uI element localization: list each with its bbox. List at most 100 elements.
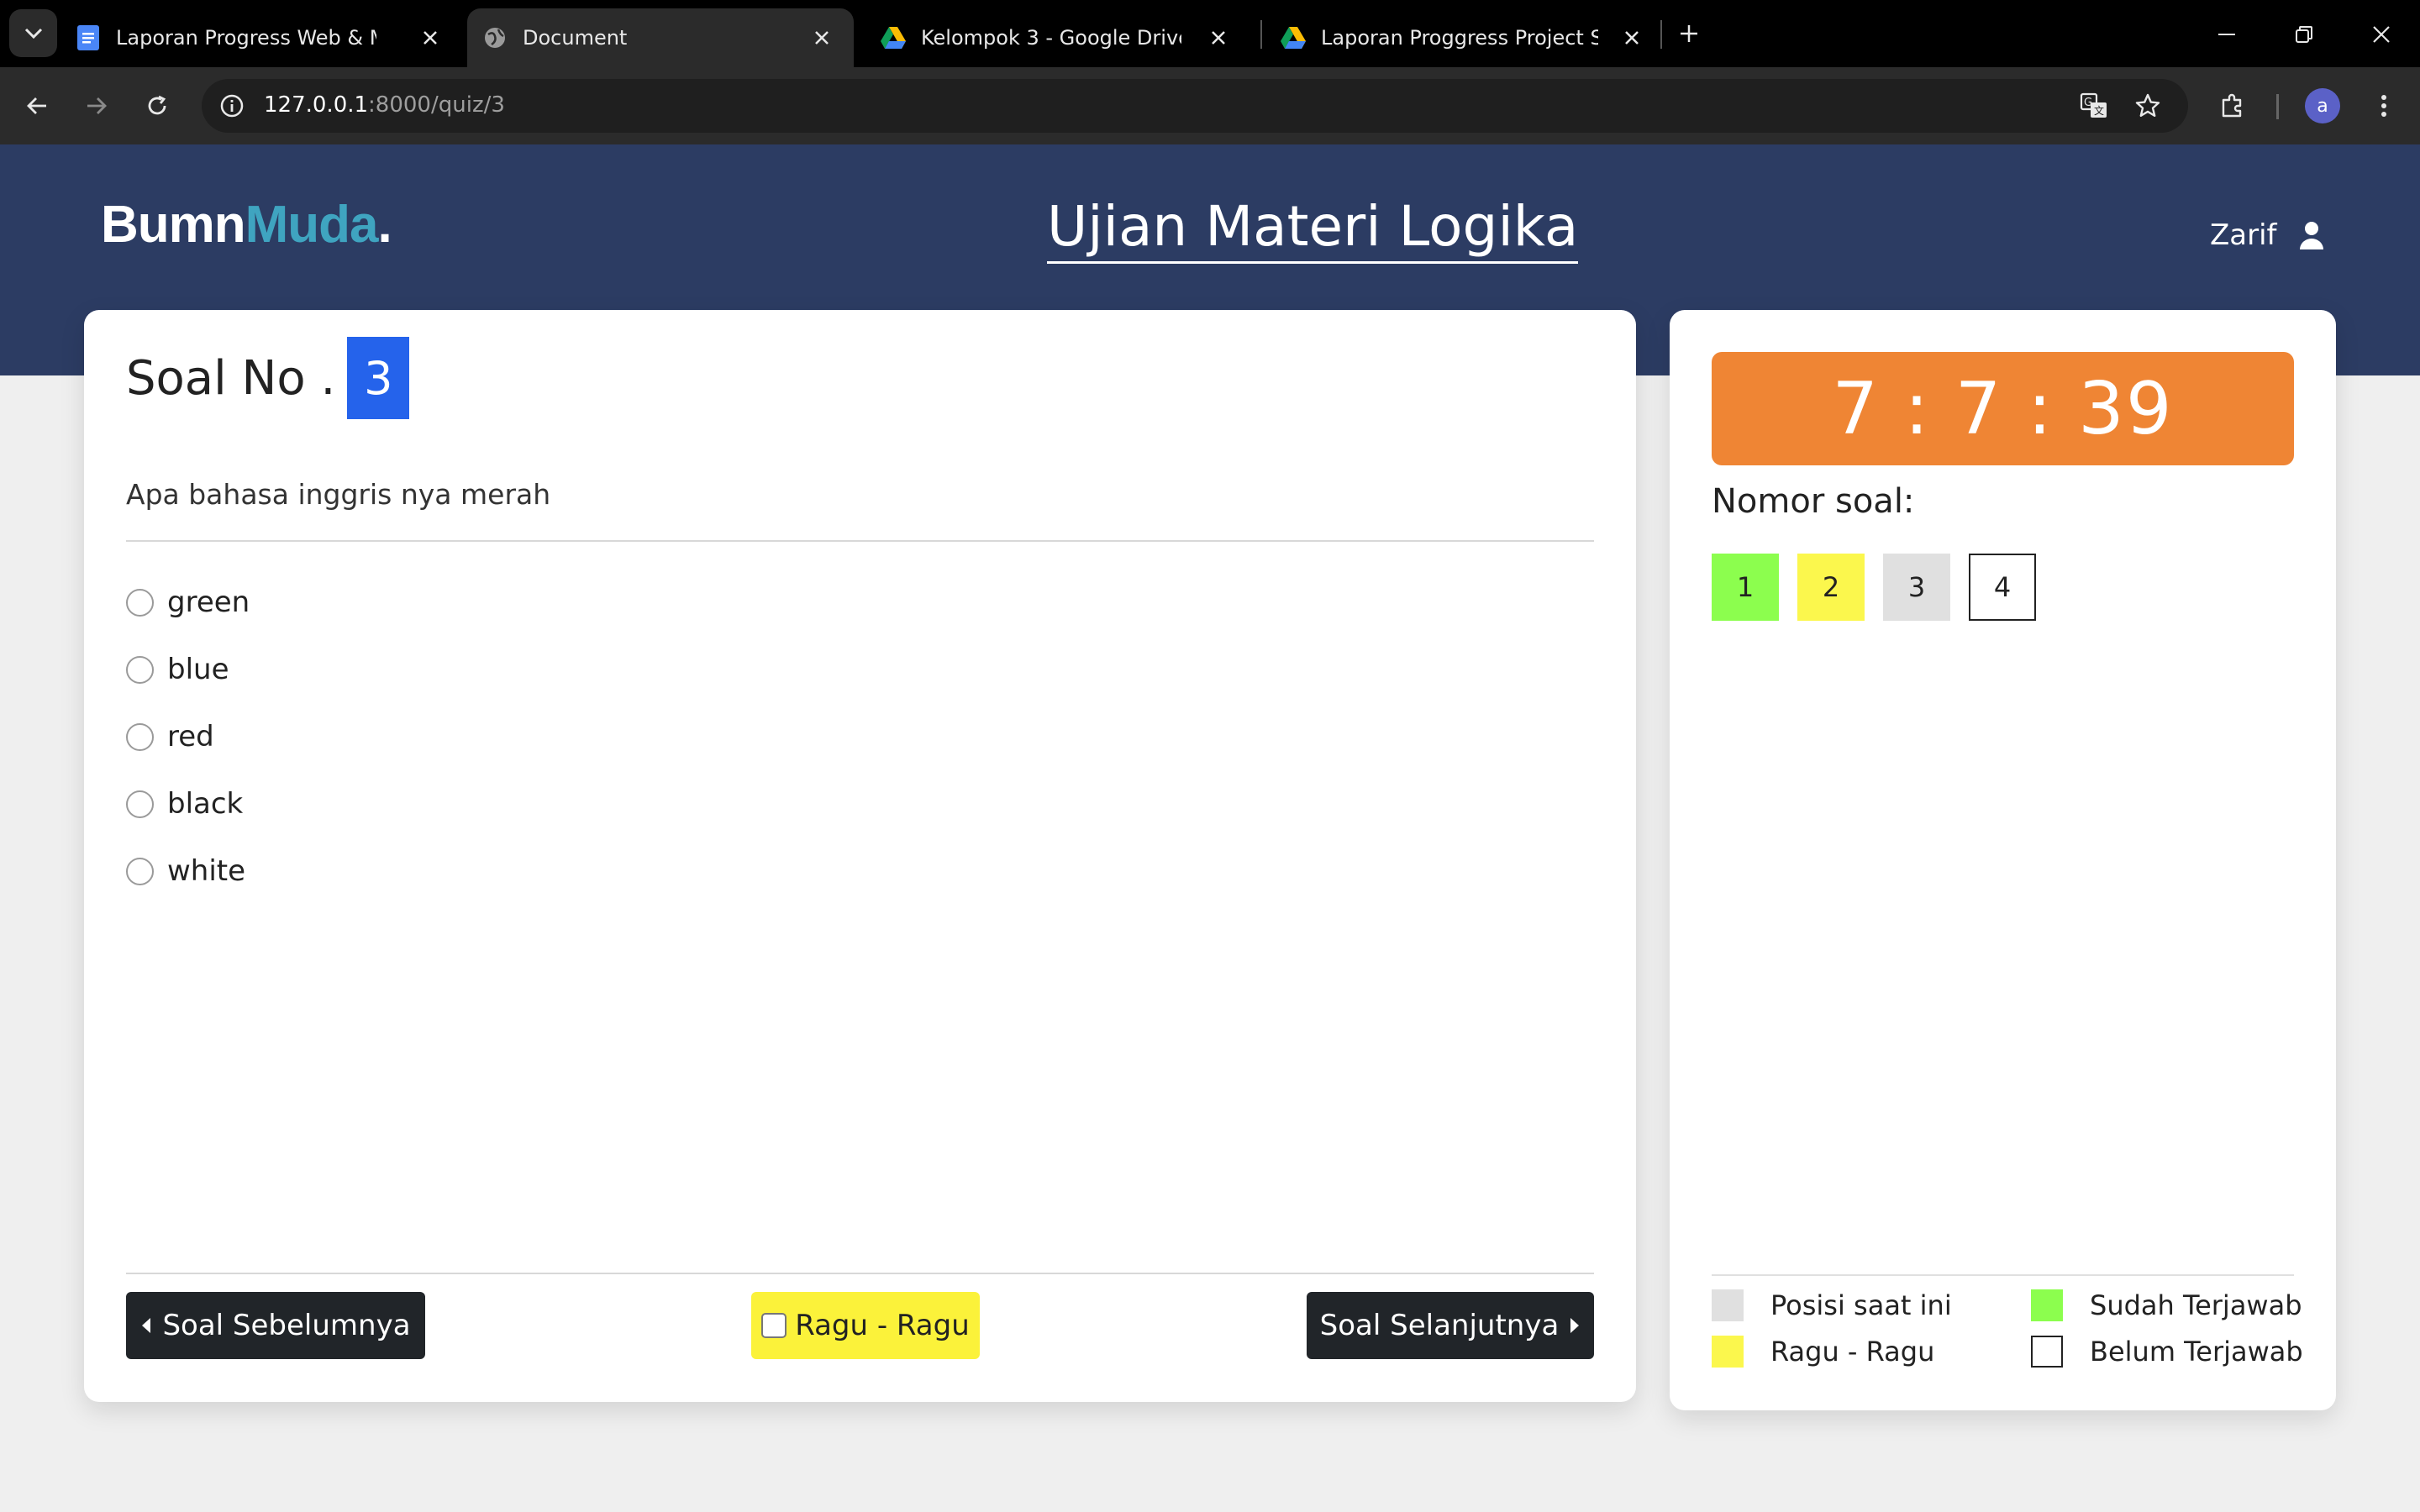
close-icon[interactable]	[810, 26, 834, 50]
tab-laporan-progress[interactable]: Laporan Progress Web & Mobile	[76, 8, 462, 67]
minimize-button[interactable]	[2207, 15, 2246, 54]
close-window-button[interactable]	[2362, 15, 2401, 54]
extensions-button[interactable]	[2211, 84, 2254, 128]
legend-unanswered: Belum Terjawab	[2031, 1336, 2303, 1368]
question-number-button[interactable]: 4	[1969, 554, 2036, 621]
reload-icon	[148, 95, 166, 115]
legend-current: Posisi saat ini	[1712, 1289, 1952, 1321]
legend-label: Sudah Terjawab	[2090, 1289, 2302, 1321]
answer-option-label: black	[167, 787, 244, 821]
brand-logo[interactable]: BumnMuda.	[101, 195, 392, 255]
browser-tab-bar: Laporan Progress Web & Mobile Document K…	[0, 0, 2420, 67]
minimize-icon	[2218, 34, 2235, 35]
brand-dot: .	[377, 196, 392, 254]
doubt-checkbox[interactable]	[761, 1313, 787, 1338]
plus-icon	[1681, 25, 1697, 42]
divider	[126, 540, 1594, 542]
answer-options: green blue red black white	[126, 569, 250, 905]
legend-swatch	[2031, 1289, 2063, 1321]
next-label: Soal Selanjutnya	[1319, 1309, 1560, 1342]
toolbar-divider	[2276, 94, 2279, 119]
question-label: Soal No .	[126, 350, 336, 406]
google-drive-icon	[1281, 25, 1306, 50]
answer-option[interactable]: red	[126, 703, 250, 770]
radio-button[interactable]	[126, 655, 154, 684]
chevron-down-icon	[24, 28, 42, 39]
reload-button[interactable]	[137, 86, 177, 126]
answer-option[interactable]: green	[126, 569, 250, 636]
forward-button[interactable]	[76, 86, 117, 126]
page: BumnMuda. Ujian Materi Logika Zarif Soal…	[0, 144, 2420, 1512]
brand-main: Bumn	[101, 196, 246, 254]
divider	[1712, 1274, 2294, 1276]
previous-label: Soal Sebelumnya	[162, 1309, 411, 1342]
tab-title: Laporan Progress Web & Mobile	[116, 26, 376, 50]
new-tab-button[interactable]	[1672, 17, 1706, 50]
question-numbers-label: Nomor soal:	[1712, 482, 1915, 521]
legend-label: Ragu - Ragu	[1770, 1336, 1935, 1368]
tab-title: Kelompok 3 - Google Drive	[921, 26, 1181, 50]
close-icon[interactable]	[418, 26, 442, 50]
close-icon[interactable]	[1620, 26, 1644, 50]
question-heading: Soal No . 3	[126, 337, 410, 419]
tab-separator	[1660, 20, 1662, 49]
navigation-panel: 7 : 7 : 39 Nomor soal: 1 2 3 4 Posisi sa…	[1670, 310, 2336, 1410]
answer-option-label: white	[167, 854, 246, 888]
radio-button[interactable]	[126, 722, 154, 751]
radio-button[interactable]	[126, 857, 154, 885]
previous-question-button[interactable]: Soal Sebelumnya	[126, 1292, 425, 1359]
url-text[interactable]: 127.0.0.1:8000/quiz/3	[264, 92, 505, 118]
site-info-icon[interactable]	[213, 87, 250, 124]
legend-swatch	[2031, 1336, 2063, 1368]
profile-avatar[interactable]: a	[2305, 88, 2340, 123]
caret-left-icon	[142, 1318, 151, 1333]
user-menu[interactable]: Zarif	[2210, 218, 2326, 252]
question-number-grid: 1 2 3 4	[1712, 554, 2036, 621]
answer-option[interactable]: blue	[126, 636, 250, 703]
puzzle-icon	[2222, 93, 2242, 118]
tab-kelompok-drive[interactable]: Kelompok 3 - Google Drive	[881, 8, 1250, 67]
bookmark-star-icon[interactable]	[2129, 87, 2166, 124]
question-number-button[interactable]: 3	[1883, 554, 1950, 621]
legend-answered: Sudah Terjawab	[2031, 1289, 2302, 1321]
globe-icon	[482, 25, 508, 50]
tab-title: Document	[523, 26, 628, 50]
browser-toolbar: 127.0.0.1:8000/quiz/3 G文 a	[0, 67, 2420, 144]
tab-title: Laporan Proggress Project Semester	[1321, 26, 1598, 50]
doubt-toggle[interactable]: Ragu - Ragu	[751, 1292, 980, 1359]
question-number-button[interactable]: 1	[1712, 554, 1779, 621]
answer-option-label: blue	[167, 653, 229, 686]
answer-option[interactable]: black	[126, 770, 250, 837]
tab-document[interactable]: Document	[467, 8, 854, 67]
google-drive-icon	[881, 25, 906, 50]
translate-icon[interactable]: G文	[2075, 87, 2112, 124]
next-question-button[interactable]: Soal Selanjutnya	[1307, 1292, 1594, 1359]
close-icon[interactable]	[1207, 26, 1230, 50]
legend-label: Posisi saat ini	[1770, 1289, 1952, 1321]
question-text: Apa bahasa inggris nya merah	[126, 478, 551, 511]
page-title: Ujian Materi Logika	[1047, 193, 1579, 265]
browser-menu-button[interactable]	[2362, 84, 2406, 128]
radio-button[interactable]	[126, 588, 154, 617]
user-icon	[2297, 219, 2326, 251]
restore-icon	[2296, 26, 2312, 43]
url-host: 127.0.0.1	[264, 92, 369, 118]
legend-doubt: Ragu - Ragu	[1712, 1336, 1934, 1368]
answer-option[interactable]: white	[126, 837, 250, 905]
legend-swatch	[1712, 1336, 1744, 1368]
radio-button[interactable]	[126, 790, 154, 818]
legend-swatch	[1712, 1289, 1744, 1321]
answer-option-label: green	[167, 585, 250, 619]
tab-laporan-project[interactable]: Laporan Proggress Project Semester	[1281, 8, 1664, 67]
countdown-timer: 7 : 7 : 39	[1712, 352, 2294, 465]
address-bar[interactable]: 127.0.0.1:8000/quiz/3 G文	[202, 79, 2188, 133]
question-number-button[interactable]: 2	[1797, 554, 1865, 621]
username: Zarif	[2210, 218, 2277, 252]
legend-label: Belum Terjawab	[2090, 1336, 2303, 1368]
arrow-left-icon	[27, 97, 46, 114]
tab-separator	[1260, 20, 1262, 49]
tab-search-button[interactable]	[9, 9, 57, 57]
url-path: :8000/quiz/3	[368, 92, 505, 118]
restore-button[interactable]	[2285, 15, 2323, 54]
back-button[interactable]	[17, 86, 57, 126]
